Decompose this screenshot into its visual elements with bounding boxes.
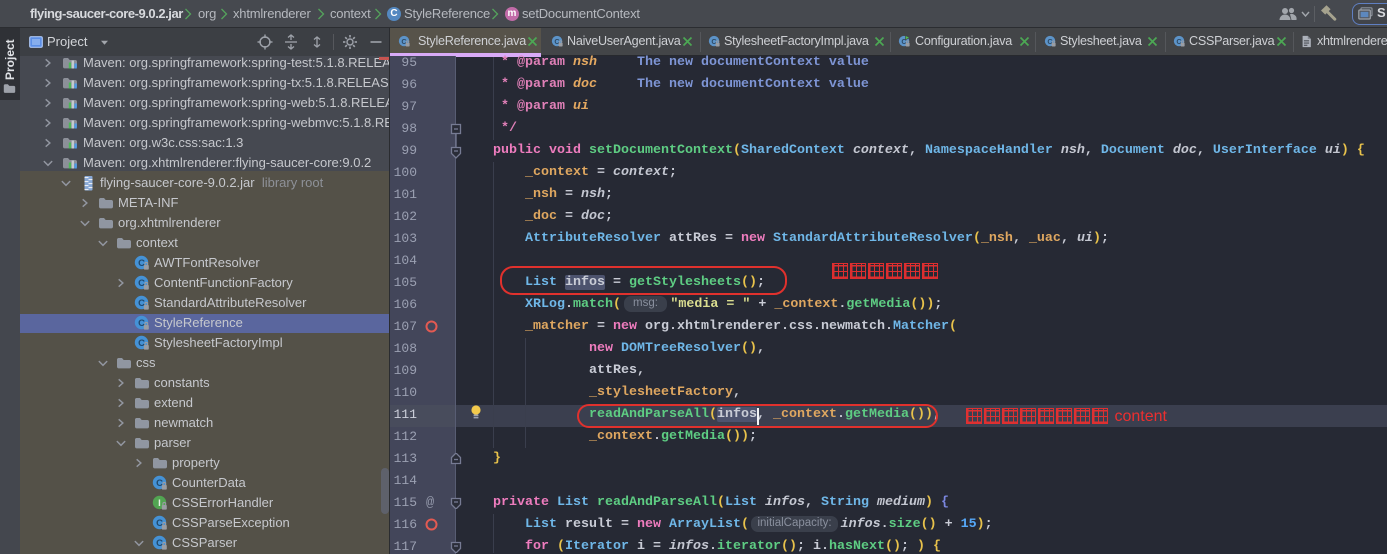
svg-text:I: I bbox=[158, 498, 161, 509]
